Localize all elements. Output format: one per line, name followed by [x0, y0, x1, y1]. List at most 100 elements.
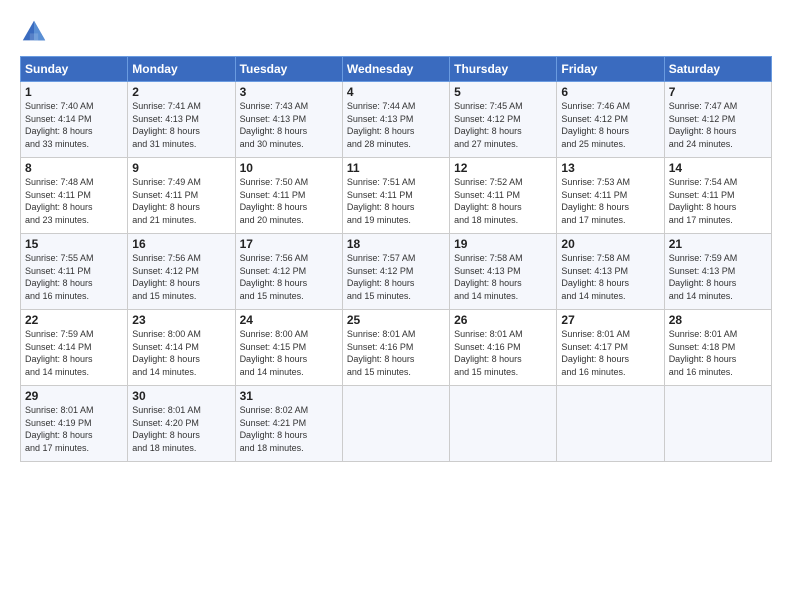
day-number: 30 [132, 389, 230, 403]
day-number: 21 [669, 237, 767, 251]
cell-week5-day5 [450, 386, 557, 462]
day-number: 26 [454, 313, 552, 327]
day-info: Sunrise: 7:58 AM Sunset: 4:13 PM Dayligh… [454, 252, 552, 302]
day-info: Sunrise: 7:48 AM Sunset: 4:11 PM Dayligh… [25, 176, 123, 226]
cell-week4-day4: 25Sunrise: 8:01 AM Sunset: 4:16 PM Dayli… [342, 310, 449, 386]
cell-week3-day7: 21Sunrise: 7:59 AM Sunset: 4:13 PM Dayli… [664, 234, 771, 310]
week-row-2: 8Sunrise: 7:48 AM Sunset: 4:11 PM Daylig… [21, 158, 772, 234]
week-row-5: 29Sunrise: 8:01 AM Sunset: 4:19 PM Dayli… [21, 386, 772, 462]
cell-week1-day5: 5Sunrise: 7:45 AM Sunset: 4:12 PM Daylig… [450, 82, 557, 158]
day-info: Sunrise: 7:41 AM Sunset: 4:13 PM Dayligh… [132, 100, 230, 150]
week-row-4: 22Sunrise: 7:59 AM Sunset: 4:14 PM Dayli… [21, 310, 772, 386]
col-header-thursday: Thursday [450, 57, 557, 82]
day-number: 18 [347, 237, 445, 251]
cell-week2-day2: 9Sunrise: 7:49 AM Sunset: 4:11 PM Daylig… [128, 158, 235, 234]
day-info: Sunrise: 7:46 AM Sunset: 4:12 PM Dayligh… [561, 100, 659, 150]
cell-week3-day2: 16Sunrise: 7:56 AM Sunset: 4:12 PM Dayli… [128, 234, 235, 310]
col-header-tuesday: Tuesday [235, 57, 342, 82]
day-info: Sunrise: 7:58 AM Sunset: 4:13 PM Dayligh… [561, 252, 659, 302]
week-row-3: 15Sunrise: 7:55 AM Sunset: 4:11 PM Dayli… [21, 234, 772, 310]
day-info: Sunrise: 7:50 AM Sunset: 4:11 PM Dayligh… [240, 176, 338, 226]
day-number: 29 [25, 389, 123, 403]
cell-week3-day6: 20Sunrise: 7:58 AM Sunset: 4:13 PM Dayli… [557, 234, 664, 310]
cell-week4-day6: 27Sunrise: 8:01 AM Sunset: 4:17 PM Dayli… [557, 310, 664, 386]
cell-week3-day3: 17Sunrise: 7:56 AM Sunset: 4:12 PM Dayli… [235, 234, 342, 310]
day-number: 1 [25, 85, 123, 99]
day-info: Sunrise: 8:00 AM Sunset: 4:15 PM Dayligh… [240, 328, 338, 378]
week-row-1: 1Sunrise: 7:40 AM Sunset: 4:14 PM Daylig… [21, 82, 772, 158]
day-info: Sunrise: 8:02 AM Sunset: 4:21 PM Dayligh… [240, 404, 338, 454]
day-info: Sunrise: 7:45 AM Sunset: 4:12 PM Dayligh… [454, 100, 552, 150]
cell-week1-day6: 6Sunrise: 7:46 AM Sunset: 4:12 PM Daylig… [557, 82, 664, 158]
cell-week4-day7: 28Sunrise: 8:01 AM Sunset: 4:18 PM Dayli… [664, 310, 771, 386]
day-info: Sunrise: 7:56 AM Sunset: 4:12 PM Dayligh… [240, 252, 338, 302]
day-number: 9 [132, 161, 230, 175]
day-info: Sunrise: 7:56 AM Sunset: 4:12 PM Dayligh… [132, 252, 230, 302]
cell-week3-day1: 15Sunrise: 7:55 AM Sunset: 4:11 PM Dayli… [21, 234, 128, 310]
logo [20, 18, 52, 46]
day-number: 2 [132, 85, 230, 99]
day-info: Sunrise: 8:01 AM Sunset: 4:16 PM Dayligh… [454, 328, 552, 378]
col-header-saturday: Saturday [664, 57, 771, 82]
cell-week3-day4: 18Sunrise: 7:57 AM Sunset: 4:12 PM Dayli… [342, 234, 449, 310]
cell-week4-day2: 23Sunrise: 8:00 AM Sunset: 4:14 PM Dayli… [128, 310, 235, 386]
col-header-wednesday: Wednesday [342, 57, 449, 82]
cell-week2-day6: 13Sunrise: 7:53 AM Sunset: 4:11 PM Dayli… [557, 158, 664, 234]
day-info: Sunrise: 7:44 AM Sunset: 4:13 PM Dayligh… [347, 100, 445, 150]
cell-week5-day3: 31Sunrise: 8:02 AM Sunset: 4:21 PM Dayli… [235, 386, 342, 462]
col-header-friday: Friday [557, 57, 664, 82]
day-number: 13 [561, 161, 659, 175]
day-number: 19 [454, 237, 552, 251]
day-info: Sunrise: 8:01 AM Sunset: 4:19 PM Dayligh… [25, 404, 123, 454]
day-number: 3 [240, 85, 338, 99]
day-number: 5 [454, 85, 552, 99]
day-info: Sunrise: 8:01 AM Sunset: 4:18 PM Dayligh… [669, 328, 767, 378]
day-info: Sunrise: 8:01 AM Sunset: 4:16 PM Dayligh… [347, 328, 445, 378]
cell-week1-day2: 2Sunrise: 7:41 AM Sunset: 4:13 PM Daylig… [128, 82, 235, 158]
day-info: Sunrise: 7:54 AM Sunset: 4:11 PM Dayligh… [669, 176, 767, 226]
day-number: 15 [25, 237, 123, 251]
cell-week1-day3: 3Sunrise: 7:43 AM Sunset: 4:13 PM Daylig… [235, 82, 342, 158]
col-header-monday: Monday [128, 57, 235, 82]
day-info: Sunrise: 8:01 AM Sunset: 4:17 PM Dayligh… [561, 328, 659, 378]
day-info: Sunrise: 8:00 AM Sunset: 4:14 PM Dayligh… [132, 328, 230, 378]
calendar-table: SundayMondayTuesdayWednesdayThursdayFrid… [20, 56, 772, 462]
day-info: Sunrise: 7:40 AM Sunset: 4:14 PM Dayligh… [25, 100, 123, 150]
day-info: Sunrise: 7:53 AM Sunset: 4:11 PM Dayligh… [561, 176, 659, 226]
cell-week2-day7: 14Sunrise: 7:54 AM Sunset: 4:11 PM Dayli… [664, 158, 771, 234]
cell-week5-day7 [664, 386, 771, 462]
cell-week5-day2: 30Sunrise: 8:01 AM Sunset: 4:20 PM Dayli… [128, 386, 235, 462]
cell-week1-day7: 7Sunrise: 7:47 AM Sunset: 4:12 PM Daylig… [664, 82, 771, 158]
cell-week4-day1: 22Sunrise: 7:59 AM Sunset: 4:14 PM Dayli… [21, 310, 128, 386]
day-number: 16 [132, 237, 230, 251]
day-number: 10 [240, 161, 338, 175]
header [20, 18, 772, 46]
day-number: 14 [669, 161, 767, 175]
day-info: Sunrise: 7:57 AM Sunset: 4:12 PM Dayligh… [347, 252, 445, 302]
day-info: Sunrise: 7:43 AM Sunset: 4:13 PM Dayligh… [240, 100, 338, 150]
day-number: 20 [561, 237, 659, 251]
day-info: Sunrise: 7:55 AM Sunset: 4:11 PM Dayligh… [25, 252, 123, 302]
cell-week2-day4: 11Sunrise: 7:51 AM Sunset: 4:11 PM Dayli… [342, 158, 449, 234]
cell-week3-day5: 19Sunrise: 7:58 AM Sunset: 4:13 PM Dayli… [450, 234, 557, 310]
day-number: 7 [669, 85, 767, 99]
day-number: 24 [240, 313, 338, 327]
page: SundayMondayTuesdayWednesdayThursdayFrid… [0, 0, 792, 612]
day-info: Sunrise: 7:51 AM Sunset: 4:11 PM Dayligh… [347, 176, 445, 226]
cell-week5-day6 [557, 386, 664, 462]
cell-week5-day1: 29Sunrise: 8:01 AM Sunset: 4:19 PM Dayli… [21, 386, 128, 462]
day-number: 12 [454, 161, 552, 175]
day-info: Sunrise: 8:01 AM Sunset: 4:20 PM Dayligh… [132, 404, 230, 454]
day-info: Sunrise: 7:52 AM Sunset: 4:11 PM Dayligh… [454, 176, 552, 226]
day-number: 22 [25, 313, 123, 327]
day-info: Sunrise: 7:59 AM Sunset: 4:14 PM Dayligh… [25, 328, 123, 378]
day-info: Sunrise: 7:49 AM Sunset: 4:11 PM Dayligh… [132, 176, 230, 226]
day-number: 23 [132, 313, 230, 327]
logo-icon [20, 18, 48, 46]
day-number: 4 [347, 85, 445, 99]
cell-week2-day3: 10Sunrise: 7:50 AM Sunset: 4:11 PM Dayli… [235, 158, 342, 234]
day-info: Sunrise: 7:47 AM Sunset: 4:12 PM Dayligh… [669, 100, 767, 150]
cell-week4-day3: 24Sunrise: 8:00 AM Sunset: 4:15 PM Dayli… [235, 310, 342, 386]
col-header-sunday: Sunday [21, 57, 128, 82]
cell-week5-day4 [342, 386, 449, 462]
